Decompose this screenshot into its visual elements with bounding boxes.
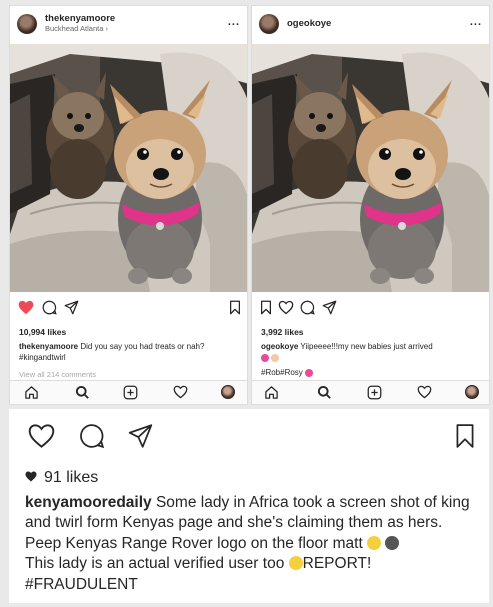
post-location[interactable]: Buckhead Atlanta ›	[45, 25, 115, 34]
caption-text: This lady is an actual verified user too	[25, 555, 289, 573]
more-options-button[interactable]: ...	[228, 16, 240, 28]
heart-outline-icon[interactable]	[173, 385, 188, 404]
post-caption: thekenyamoore Did you say you had treats…	[19, 342, 239, 364]
heart-emoji-icon	[261, 353, 269, 362]
like-count[interactable]: 10,994 likes	[19, 327, 66, 337]
left-post: thekenyamoore Buckhead Atlanta › ... 10,…	[9, 5, 248, 405]
send-icon[interactable]	[127, 423, 154, 454]
view-all-comments-link[interactable]: View all 214 comments	[19, 370, 96, 379]
caption-username[interactable]: thekenyamoore	[19, 342, 78, 351]
like-count[interactable]: 3,992 likes	[261, 327, 304, 337]
avatar[interactable]	[465, 385, 479, 399]
caption-text: REPORT!	[302, 555, 372, 573]
caption-hashtags: #Rob#Rosy	[261, 368, 314, 377]
bottom-tab-bar	[252, 380, 489, 404]
comment-icon[interactable]	[79, 423, 105, 454]
post-actions	[27, 423, 475, 454]
comment-icon[interactable]	[42, 300, 57, 320]
caption-username[interactable]: kenyamooredaily	[25, 494, 152, 511]
heart-outline-icon[interactable]	[27, 423, 56, 454]
like-count[interactable]: 91 likes	[25, 469, 98, 487]
bottom-post: 91 likes kenyamooredaily Some lady in Af…	[9, 409, 489, 603]
post-actions	[18, 300, 241, 320]
caption-hashtag[interactable]: #Rob#Rosy	[261, 368, 303, 377]
skull-emoji-icon	[385, 535, 400, 550]
caption-hashtag[interactable]: #FRAUDULENT	[25, 576, 138, 593]
avatar[interactable]	[221, 385, 235, 399]
bookmark-icon[interactable]	[229, 300, 241, 320]
heart-icon[interactable]	[18, 300, 34, 320]
avatar[interactable]	[17, 14, 37, 34]
send-icon[interactable]	[322, 300, 337, 320]
post-photo[interactable]	[252, 44, 490, 292]
caption-username[interactable]: ogeokoye	[261, 342, 298, 351]
like-count-text: 91 likes	[44, 469, 99, 486]
right-post: ogeokoye ... 3,992 likes ogeokoye Yiipee…	[251, 5, 490, 405]
flushed-emoji-icon	[367, 535, 382, 550]
heart-icon	[25, 469, 37, 487]
hand-emoji-icon	[271, 353, 280, 362]
add-icon[interactable]	[123, 385, 138, 404]
sweat-smile-emoji-icon	[288, 556, 303, 571]
post-header: ogeokoye ...	[252, 6, 489, 42]
home-icon[interactable]	[24, 385, 39, 404]
post-caption: kenyamooredaily Some lady in Africa took…	[25, 493, 473, 595]
post-actions	[260, 300, 481, 318]
post-header: thekenyamoore Buckhead Atlanta › ...	[10, 6, 247, 42]
search-icon[interactable]	[75, 385, 90, 404]
heart-outline-icon[interactable]	[417, 385, 432, 404]
post-username[interactable]: ogeokoye	[287, 18, 331, 30]
caption-text: Yiipeeee!!!my new babies just arrived	[298, 342, 433, 351]
send-icon[interactable]	[64, 300, 79, 320]
heart-emoji-icon	[305, 369, 314, 377]
bookmark-icon[interactable]	[260, 300, 272, 320]
post-caption: ogeokoye Yiipeeee!!!my new babies just a…	[261, 342, 481, 364]
bookmark-icon[interactable]	[455, 423, 475, 454]
heart-outline-icon[interactable]	[278, 300, 294, 320]
caption-hashtag[interactable]: #kingandtwirl	[19, 353, 66, 362]
search-icon[interactable]	[317, 385, 332, 404]
more-options-button[interactable]: ...	[470, 16, 482, 28]
post-photo[interactable]	[10, 44, 248, 292]
add-icon[interactable]	[367, 385, 382, 404]
avatar[interactable]	[259, 14, 279, 34]
home-icon[interactable]	[264, 385, 279, 404]
bottom-tab-bar	[10, 380, 247, 404]
caption-text: Did you say you had treats or nah?	[78, 342, 205, 351]
comment-icon[interactable]	[300, 300, 315, 320]
